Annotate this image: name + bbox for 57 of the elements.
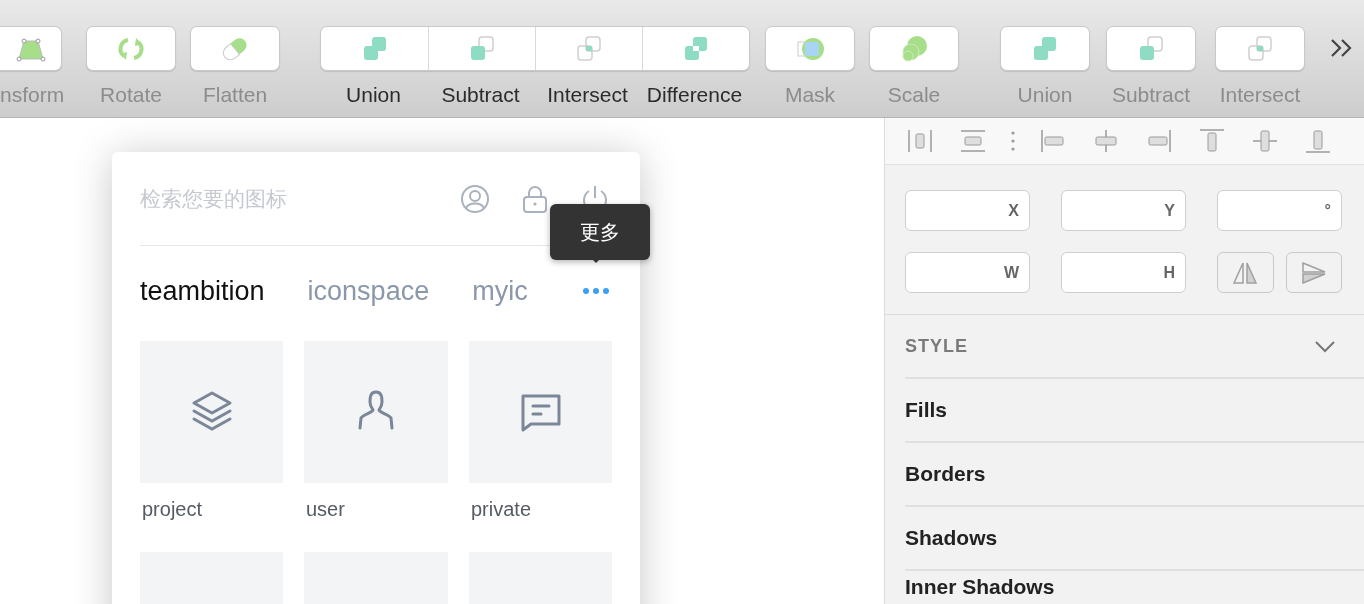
section-title[interactable]: Shadows bbox=[905, 526, 998, 550]
tool-label: Difference bbox=[645, 83, 744, 107]
icon-tile[interactable] bbox=[140, 341, 283, 483]
field-label: H bbox=[1163, 262, 1175, 283]
number-field[interactable]: ° bbox=[1217, 190, 1342, 231]
number-field[interactable]: X bbox=[905, 190, 1030, 231]
field-label: W bbox=[1003, 262, 1019, 283]
tool-label: Union bbox=[345, 83, 402, 107]
tooltip-pointer bbox=[589, 256, 603, 263]
distribute-vertical-icon[interactable] bbox=[960, 128, 986, 154]
icon-name: private bbox=[471, 497, 533, 521]
align-center-icon[interactable] bbox=[1093, 128, 1119, 154]
tool-label: Scale bbox=[886, 83, 942, 107]
align-bottom-icon[interactable] bbox=[1305, 128, 1331, 154]
distribute-horizontal-icon[interactable] bbox=[907, 128, 933, 154]
more-icon[interactable] bbox=[582, 287, 610, 295]
section-title[interactable]: Borders bbox=[905, 462, 986, 486]
icon-name: user bbox=[306, 497, 346, 521]
field-label: Y bbox=[1164, 200, 1175, 221]
segmented-control[interactable] bbox=[320, 26, 750, 71]
flip-vertical-button[interactable] bbox=[1285, 252, 1342, 293]
flip-vertical-icon bbox=[1300, 260, 1327, 285]
section-title[interactable]: Fills bbox=[905, 398, 947, 422]
icon-name: project bbox=[142, 497, 204, 521]
number-field[interactable]: Y bbox=[1061, 190, 1186, 231]
flip-horizontal-button[interactable] bbox=[1217, 252, 1274, 293]
scale-icon bbox=[899, 33, 929, 64]
number-field[interactable]: H bbox=[1061, 252, 1186, 293]
tool-label: Mask bbox=[783, 83, 837, 107]
section-heading: STYLE bbox=[905, 334, 968, 358]
align-top-icon[interactable] bbox=[1199, 128, 1225, 154]
align-left-icon[interactable] bbox=[1040, 128, 1066, 154]
search-field[interactable]: 检索您要的图标 bbox=[140, 178, 446, 219]
chevron-icon[interactable] bbox=[1314, 339, 1336, 353]
field-label: ° bbox=[1324, 200, 1331, 221]
icon-tile[interactable] bbox=[304, 341, 448, 483]
icon-tile[interactable] bbox=[469, 341, 612, 483]
library-tab[interactable]: teambition bbox=[140, 275, 265, 307]
tool-label: Subtract bbox=[440, 83, 521, 107]
tool-label: Intersect bbox=[546, 83, 629, 107]
flip-horizontal-icon bbox=[1232, 260, 1259, 285]
number-field[interactable]: W bbox=[905, 252, 1030, 293]
tooltip: 更多 bbox=[550, 204, 650, 260]
intersect-icon bbox=[574, 33, 604, 64]
tool-label: Rotate bbox=[99, 83, 163, 107]
tool-label: Flatten bbox=[201, 83, 269, 107]
align-right-icon[interactable] bbox=[1146, 128, 1172, 154]
intersect-icon bbox=[1245, 33, 1275, 64]
field-label: X bbox=[1008, 200, 1019, 221]
section-title[interactable]: Inner Shadows bbox=[905, 575, 1055, 599]
tool-label: Subtract bbox=[1110, 83, 1192, 107]
tool-label: nsform bbox=[0, 83, 62, 107]
tool-label: Intersect bbox=[1218, 83, 1302, 107]
align-middle-icon[interactable] bbox=[1252, 128, 1278, 154]
tool-label: Union bbox=[1016, 83, 1074, 107]
lock-icon[interactable] bbox=[521, 183, 549, 214]
user-circle-icon[interactable] bbox=[460, 183, 490, 214]
